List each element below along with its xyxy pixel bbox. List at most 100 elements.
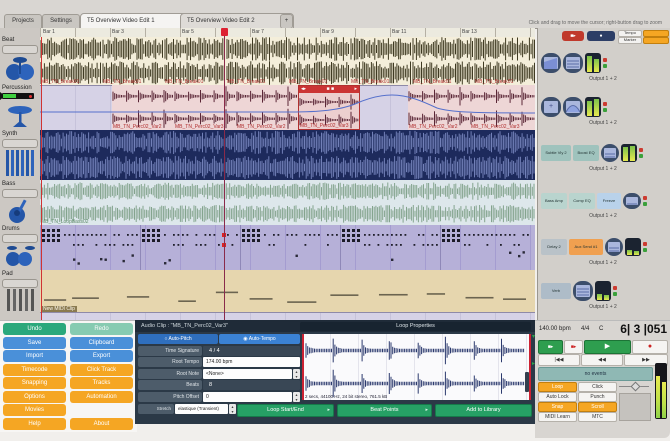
time-signature-readout[interactable]: 4/4 [581, 326, 589, 332]
help-button[interactable]: Help [3, 417, 66, 430]
time-signature-value[interactable]: 4 / 4 [203, 345, 300, 356]
click-track-button[interactable]: Click Track [70, 363, 133, 376]
mtc-toggle[interactable]: MTC [578, 412, 617, 422]
auto-pitch-radio[interactable]: ○ Auto-Pitch [138, 334, 218, 344]
timecode-button[interactable]: Timecode [3, 363, 66, 376]
track-name-drums[interactable]: Drums [2, 226, 20, 232]
output-label[interactable]: Output 1 + 2 [539, 213, 667, 219]
redo-button[interactable]: Redo [70, 323, 133, 335]
projects-button[interactable]: Projects [4, 14, 42, 29]
beats-value[interactable]: 8 [203, 380, 300, 390]
event-display[interactable]: no events [538, 367, 653, 381]
loop-start-marker[interactable] [302, 334, 304, 400]
drums-plugin-chain[interactable]: Delay 2 Aux Send #1 [541, 236, 669, 258]
midi-learn-toggle[interactable]: MIDI Learn [538, 412, 577, 422]
snapping-button[interactable]: Snapping [3, 377, 66, 389]
midi-drum-clip[interactable] [340, 225, 441, 270]
track-name-synth[interactable]: Synth [2, 131, 17, 137]
track-name-percussion[interactable]: Percussion [2, 85, 32, 91]
audio-clip[interactable] [40, 130, 535, 180]
percussion-plugin-chain[interactable]: + [541, 96, 669, 118]
undo-button[interactable]: Undo [3, 323, 66, 335]
auto-lock-toggle[interactable]: Auto Lock [538, 392, 577, 402]
automation-read-panel[interactable] [619, 393, 651, 421]
monitor-button[interactable]: ● [587, 31, 615, 41]
track-name-bass[interactable]: Bass [2, 181, 15, 187]
mute-solo-buttons[interactable] [603, 58, 607, 68]
pad-plugin-chain[interactable]: Verb [541, 280, 669, 302]
beat-points-button[interactable]: Beat Points ▸ [337, 404, 432, 417]
mute-solo-buttons[interactable] [613, 286, 617, 296]
track-lane-drums[interactable] [40, 225, 535, 271]
audio-clip[interactable]: MB_TN_Break01 [102, 37, 165, 85]
movies-button[interactable]: Movies [3, 404, 66, 416]
stepper-control[interactable]: ▴ ▾ [229, 404, 236, 414]
snap-toggle[interactable]: Snap [538, 402, 577, 412]
new-tab-button[interactable]: + [280, 14, 293, 29]
midi-drum-clip[interactable] [140, 225, 241, 270]
beat-name-field[interactable] [2, 45, 38, 54]
bass-plugin-chain[interactable]: Bass Amp Comp EQ Freeze [541, 190, 669, 212]
plugin-box[interactable]: Bass Amp [541, 193, 567, 209]
record-arm-button[interactable]: ■▸ [562, 31, 584, 41]
pitch-offset-field[interactable]: 0 [203, 391, 292, 402]
root-tempo-field[interactable]: 174.00 bpm [203, 357, 300, 367]
midi-drum-clip[interactable] [440, 225, 535, 270]
midi-drum-clip[interactable] [40, 225, 141, 270]
tempo-track-toggle[interactable]: Tempo [618, 30, 642, 37]
audio-clip[interactable]: MB_TN_Break01 [474, 37, 535, 85]
audio-clip[interactable]: MB_TN_LoopBass02 [40, 180, 535, 225]
playhead-cursor[interactable] [224, 28, 225, 320]
import-button[interactable]: Import [3, 350, 66, 362]
track-lane-percussion[interactable]: MB_TN_Perc02_Var2 MB_TN_Perc02_Var3 MB_T… [40, 85, 535, 131]
output-label[interactable]: Output 1 + 2 [539, 120, 667, 126]
mute-solo-buttons[interactable] [643, 242, 647, 252]
plugin-box[interactable]: Boost EQ [573, 145, 599, 161]
mute-solo-buttons[interactable] [603, 102, 607, 112]
arrangement-area[interactable]: Bar 1 Bar 3 Bar 5 Bar 7 Bar 9 Bar 11 Bar… [40, 28, 535, 320]
loop-end-marker[interactable] [529, 334, 531, 400]
output-label[interactable]: Output 1 + 2 [539, 76, 667, 82]
return-to-start-button[interactable]: |◀◀ [538, 354, 580, 366]
plugin-box[interactable]: Verb [541, 283, 571, 299]
options-button[interactable]: Options [3, 390, 66, 403]
scroll-toggle[interactable]: Scroll [578, 402, 617, 412]
zoom-button-2[interactable] [643, 37, 669, 44]
playhead-handle[interactable] [221, 28, 228, 36]
clipboard-button[interactable]: Clipboard [70, 336, 133, 349]
stepper-control[interactable]: ▴ ▾ [293, 368, 300, 379]
audio-clip[interactable]: MB_TN_Break01 [288, 37, 351, 85]
output-label[interactable]: Output 1 + 2 [539, 260, 667, 266]
slider-thumb[interactable] [630, 381, 641, 392]
zoom-button-1[interactable] [643, 30, 669, 37]
pad-name-field[interactable] [2, 279, 38, 288]
loop-toggle[interactable]: Loop [538, 382, 577, 392]
about-button[interactable]: About [70, 417, 133, 430]
settings-button[interactable]: Settings [42, 14, 80, 29]
key-readout[interactable]: C [599, 326, 603, 332]
export-button[interactable]: Export [70, 350, 133, 362]
mute-solo-buttons[interactable] [643, 196, 647, 206]
track-name-pad[interactable]: Pad [2, 271, 13, 277]
auto-tempo-radio[interactable]: ◉ Auto-Tempo [219, 334, 300, 344]
output-label[interactable]: Output 1 + 2 [539, 166, 667, 172]
add-to-library-button[interactable]: Add to Library [435, 404, 532, 417]
loop-start-end-button[interactable]: Loop Start/End ▸ [237, 404, 334, 417]
aux-send-plugin[interactable]: Aux Send #1 [569, 239, 603, 255]
track-lane-beat[interactable]: MB_TN_Break01 MB_TN_Break01 MB_TN_Break0… [40, 37, 535, 86]
audio-clip[interactable]: MB_TN_Break01 [412, 37, 475, 85]
synth-name-field[interactable] [2, 139, 38, 148]
plugin-box[interactable]: Delay 2 [541, 239, 567, 255]
output-label[interactable]: Output 1 + 2 [539, 304, 667, 310]
tempo-readout[interactable]: 140.00 bpm [539, 326, 571, 332]
track-name-beat[interactable]: Beat [2, 37, 14, 43]
audio-clip[interactable]: MB_TN_Break01 [164, 37, 227, 85]
punch-toggle[interactable]: Punch [578, 392, 617, 402]
synth-plugin-chain[interactable]: Subtle Vly 2 Boost EQ [541, 142, 669, 164]
track-lane-synth[interactable] [40, 130, 535, 181]
audio-clip[interactable]: MB_TN_Break01 [226, 37, 289, 85]
track-lane-bass[interactable]: MB_TN_LoopBass02 [40, 180, 535, 226]
rewind-button[interactable]: ◀◀ [581, 354, 623, 366]
position-display[interactable]: 6| 3 |051 [607, 322, 667, 336]
plugin-box[interactable]: Freeze [597, 193, 621, 209]
